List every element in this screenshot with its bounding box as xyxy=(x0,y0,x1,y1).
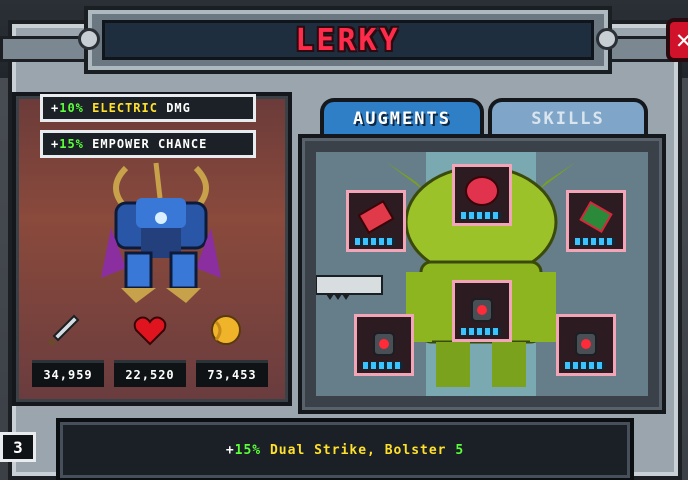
hero-name: LERKY xyxy=(295,22,401,58)
augment-slot-right-arm[interactable] xyxy=(566,190,626,252)
close-button[interactable]: ✕ xyxy=(666,18,688,62)
set-bonus-level: 5 xyxy=(455,442,465,458)
bonus-value: 10% xyxy=(59,101,84,115)
augment-level-pips xyxy=(565,362,605,369)
hero-portrait-panel: + 10% ELECTRIC DMG + 15% EMPOWER CHANCE xyxy=(12,92,292,406)
potion-icon xyxy=(471,298,493,322)
set-bonus-prefix: + xyxy=(225,442,235,458)
heart-core-icon xyxy=(465,176,499,206)
sword-icon xyxy=(48,314,80,346)
bonus-empower-chance: + 15% EMPOWER CHANCE xyxy=(40,130,256,158)
bolt-icon xyxy=(596,28,618,50)
set-bonus-value: 15% xyxy=(234,442,262,458)
bonus-prefix: + xyxy=(51,101,60,115)
potion-icon xyxy=(373,332,395,356)
green-chip-icon xyxy=(579,200,613,234)
bonus-suffix: DMG xyxy=(166,101,191,115)
augment-level-pips xyxy=(355,238,395,245)
hero-details-screen: LERKY ✕ + 10% ELECTRIC DMG + 15% EMPOWER… xyxy=(0,0,688,480)
set-bonus-names: Dual Strike, Bolster xyxy=(269,442,447,458)
set-bonus-bar: +15% Dual Strike, Bolster 5 xyxy=(56,418,634,480)
augment-slot-left-arm[interactable] xyxy=(346,190,406,252)
tab-skills[interactable]: SKILLS xyxy=(488,98,648,136)
potion-icon xyxy=(575,332,597,356)
stat-health-value: 22,520 xyxy=(114,360,186,387)
armor-icon xyxy=(211,315,241,345)
stat-armor-value: 73,453 xyxy=(196,360,268,387)
augment-level-pips xyxy=(363,362,403,369)
tab-augments[interactable]: AUGMENTS xyxy=(320,98,484,136)
heart-icon xyxy=(133,316,167,346)
augment-level-pips xyxy=(461,328,501,335)
stat-attack-value: 34,959 xyxy=(32,360,104,387)
title-plate: LERKY xyxy=(78,6,618,74)
bonus-value: 15% xyxy=(59,137,84,151)
title-inner: LERKY xyxy=(102,20,594,60)
augment-slot-chest[interactable] xyxy=(452,280,512,342)
saw-blade-icon xyxy=(316,275,383,300)
augment-slot-right-leg[interactable] xyxy=(556,314,616,376)
augment-level-pips xyxy=(575,238,615,245)
hero-sprite[interactable] xyxy=(96,158,226,308)
augment-level-pips xyxy=(461,212,501,219)
red-chip-icon xyxy=(358,199,394,235)
augments-panel xyxy=(298,134,666,414)
augment-slot-head[interactable] xyxy=(452,164,512,226)
augment-slot-left-leg[interactable] xyxy=(354,314,414,376)
bonus-type: ELECTRIC xyxy=(92,101,158,115)
bonus-prefix: + xyxy=(51,137,60,151)
bonus-electric-dmg: + 10% ELECTRIC DMG xyxy=(40,94,256,122)
set-bonus-text: +15% Dual Strike, Bolster 5 xyxy=(226,443,464,458)
level-badge: 3 xyxy=(0,432,36,462)
bolt-icon xyxy=(78,28,100,50)
bonus-suffix: EMPOWER CHANCE xyxy=(92,137,208,151)
